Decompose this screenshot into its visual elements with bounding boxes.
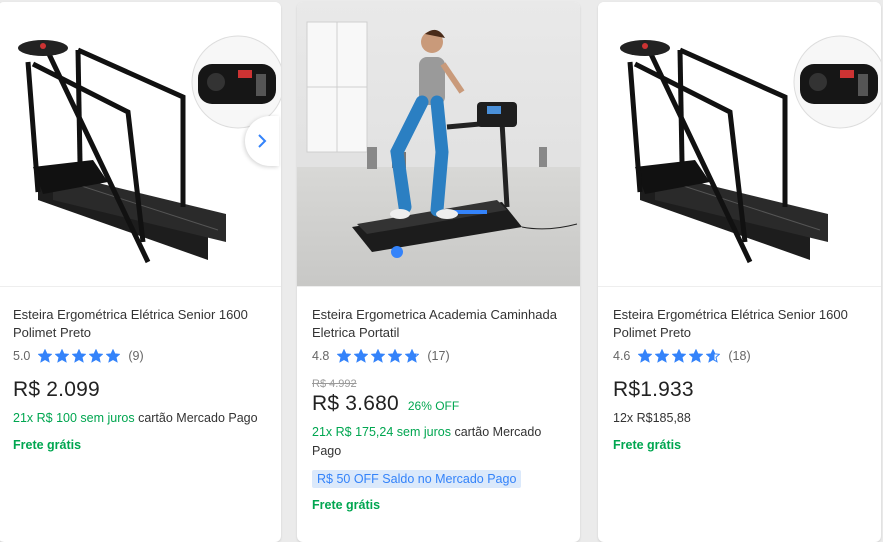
review-count: (17): [427, 349, 450, 363]
price: R$1.933: [613, 378, 694, 401]
review-count: (18): [728, 349, 751, 363]
star-icon: [672, 349, 687, 363]
rating-value: 4.8: [312, 349, 330, 363]
product-image[interactable]: [0, 2, 281, 286]
promo-tag: R$ 50 OFF Saldo no Mercado Pago: [312, 470, 522, 488]
product-image[interactable]: [598, 2, 881, 286]
rating: 4.6 (18): [613, 348, 869, 364]
price: R$ 2.099: [13, 378, 100, 401]
star-icon: [337, 349, 352, 363]
product-info: Esteira Ergométrica Elétrica Senior 1600…: [13, 306, 269, 452]
price-row: R$ 3.680 26% OFF: [312, 392, 568, 416]
divider: [0, 286, 281, 287]
product-card[interactable]: Esteira Ergométrica Elétrica Senior 1600…: [598, 2, 881, 542]
price-row: R$ 2.099: [13, 378, 269, 402]
product-card[interactable]: Esteira Ergometrica Academia Caminhada E…: [297, 2, 580, 542]
installment-text: cartão Mercado Pago: [134, 411, 258, 425]
product-info: Esteira Ergométrica Elétrica Senior 1600…: [613, 306, 869, 452]
free-shipping: Frete grátis: [312, 498, 381, 512]
treadmill-image: [598, 2, 881, 286]
installment-highlight: 21x R$ 100 sem juros: [13, 411, 135, 425]
chevron-right-icon: [258, 134, 267, 148]
product-title[interactable]: Esteira Ergometrica Academia Caminhada E…: [312, 306, 568, 342]
star-icon: [689, 349, 704, 363]
product-title[interactable]: Esteira Ergométrica Elétrica Senior 1600…: [613, 306, 869, 342]
treadmill-photo: [297, 2, 580, 286]
product-title[interactable]: Esteira Ergométrica Elétrica Senior 1600…: [13, 306, 269, 342]
star-icon: [638, 349, 653, 363]
star-icon: [55, 349, 70, 363]
product-image[interactable]: [297, 2, 580, 286]
star-icon: [405, 349, 420, 363]
star-icon: [106, 349, 121, 363]
review-count: (9): [128, 349, 144, 363]
rating-value: 4.6: [613, 349, 631, 363]
star-icon: [38, 349, 53, 363]
product-info: Esteira Ergometrica Academia Caminhada E…: [312, 306, 568, 512]
divider: [598, 286, 881, 287]
star-icon: [89, 349, 104, 363]
star-icon: [72, 349, 87, 363]
free-shipping: Frete grátis: [613, 438, 682, 452]
installment-highlight: 21x R$ 175,24 sem juros: [312, 425, 451, 439]
discount-badge: 26% OFF: [407, 399, 460, 413]
price-row: R$1.933: [613, 378, 869, 402]
star-icon: [655, 349, 670, 363]
product-card[interactable]: Esteira Ergométrica Elétrica Senior 1600…: [0, 2, 281, 542]
star-icon: [706, 349, 721, 363]
star-icon: [388, 349, 403, 363]
original-price: R$ 4.992: [312, 378, 357, 390]
stars: [337, 349, 422, 363]
rating: 5.0 (9): [13, 348, 269, 364]
star-icon: [354, 349, 369, 363]
star-icon: [371, 349, 386, 363]
rating-value: 5.0: [13, 349, 31, 363]
treadmill-image: [0, 2, 281, 286]
free-shipping: Frete grátis: [13, 438, 82, 452]
installments: 21x R$ 100 sem juros cartão Mercado Pago: [13, 409, 269, 428]
stars: [38, 349, 123, 363]
rating: 4.8 (17): [312, 348, 568, 364]
divider: [297, 286, 580, 287]
installments: 12x R$185,88: [613, 411, 691, 425]
stars: [638, 349, 723, 363]
price: R$ 3.680: [312, 392, 399, 415]
installments: 21x R$ 175,24 sem juros cartão Mercado P…: [312, 423, 568, 461]
